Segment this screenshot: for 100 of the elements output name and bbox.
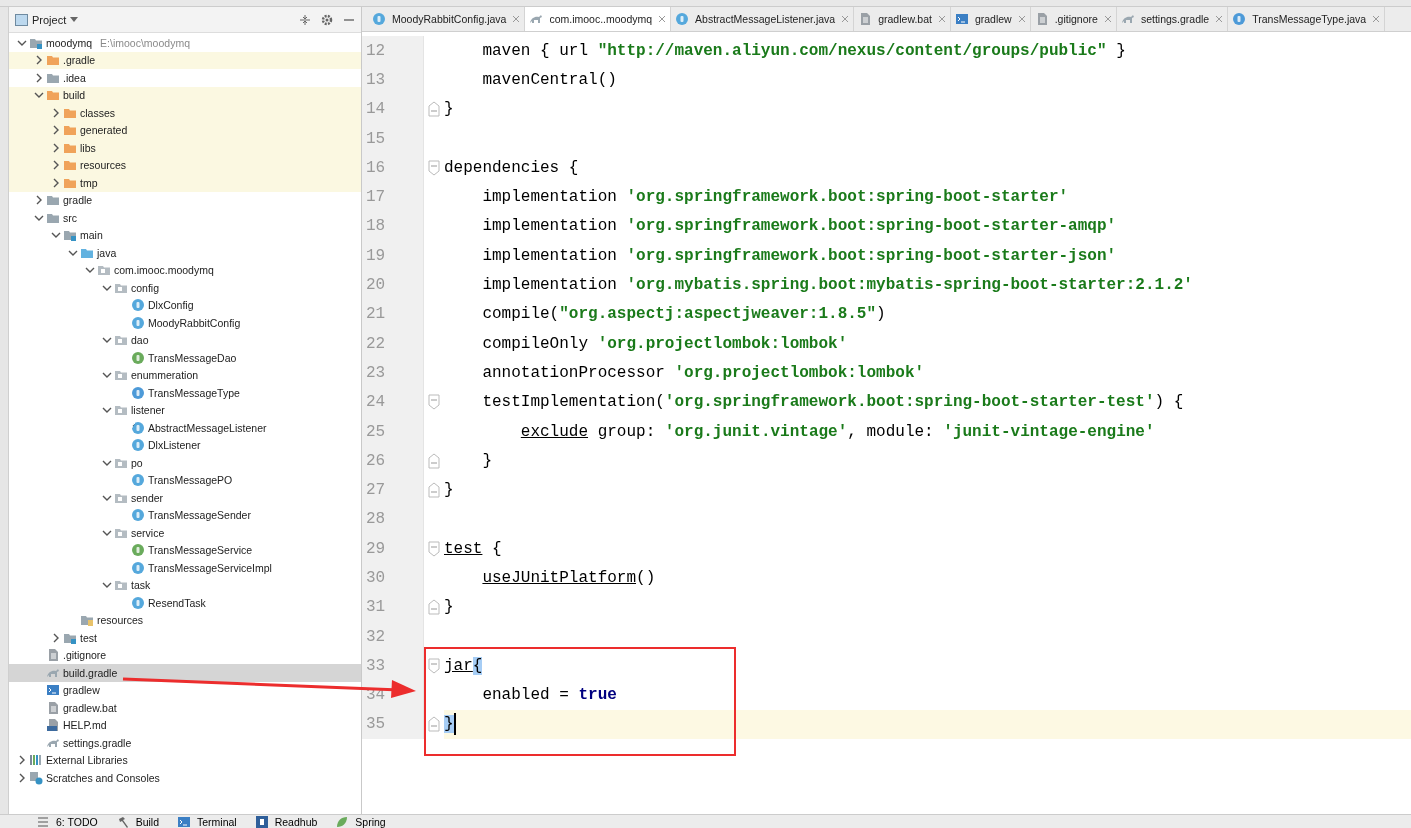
tree-label: AbstractMessageListener [148,421,267,434]
tree-label: main [80,229,103,242]
line-number: 31 [362,592,424,622]
tree-row[interactable]: enummeration [9,366,361,384]
project-dropdown[interactable]: Project [32,13,67,26]
tree-label: .idea [63,71,86,84]
close-icon[interactable] [658,15,667,23]
tool-window-button[interactable]: Build [115,815,159,828]
editor-tab[interactable]: gradlew.bat [854,7,951,31]
tree-row[interactable]: test [9,629,361,647]
tree-row[interactable]: TransMessageServiceImpl [9,559,361,577]
package-icon [114,333,128,348]
tree-row[interactable]: HELP.md [9,716,361,734]
tree-row[interactable]: task [9,576,361,594]
code-line: useJUnitPlatform() [481,569,656,587]
tree-label: gradle [63,194,93,207]
tool-window-button[interactable]: Terminal [177,815,237,828]
tree-row[interactable]: .idea [9,69,361,87]
tool-window-button[interactable]: Spring [335,815,386,828]
tree-label: listener [131,404,165,417]
tree-row[interactable]: com.imooc.moodymq [9,261,361,279]
collapse-icon[interactable] [299,13,311,26]
line-number: 25 [362,416,424,447]
editor-tab[interactable]: settings.gradle [1116,7,1229,31]
tree-label: src [63,211,77,224]
tree-row[interactable]: MoodyRabbitConfig [9,314,361,332]
editor-tab[interactable]: gradlew [950,7,1031,31]
tree-row[interactable]: libs [9,139,361,157]
code-line: annotationProcessor 'org.projectlombok:lombok' [481,363,925,382]
tree-row[interactable]: sender [9,489,361,507]
class-icon [131,420,145,435]
class-icon [131,438,145,453]
tree-row[interactable]: Scratches and Consoles [9,769,361,787]
folder-icon [63,158,77,173]
tree-row[interactable]: gradlew [9,681,361,699]
enum-icon [1232,12,1247,26]
code-line: compile("org.aspectj:aspectjweaver:1.8.5") [481,305,886,324]
tree-label: service [131,526,165,539]
code-line: test { [444,539,502,558]
file-icon [858,12,873,26]
tree-row[interactable]: src [9,209,361,227]
package-icon [114,578,128,593]
editor-tab[interactable]: AbstractMessageListener.java [671,7,855,31]
line-number: 24 [362,387,424,417]
tree-row[interactable]: TransMessagePO [9,471,361,489]
line-number: 23 [362,358,424,388]
tool-window-button[interactable]: Readhub [254,815,318,828]
tree-row[interactable]: java [9,244,361,262]
tree-row[interactable]: build [9,86,361,104]
tree-row[interactable]: AbstractMessageListener [9,419,361,437]
tree-row[interactable]: listener [9,401,361,419]
package-icon [97,263,111,278]
class-icon [131,473,145,488]
editor-tab[interactable]: com.imooc..moodymq [525,7,672,31]
tree-row[interactable]: TransMessageDao [9,349,361,367]
tree-row[interactable]: .gitignore [9,646,361,664]
tree-row[interactable]: ResendTask [9,594,361,612]
tree-row[interactable]: DlxConfig [9,296,361,314]
terminal-icon [954,12,969,26]
file-icon [46,700,60,715]
tree-label: TransMessageType [148,386,240,399]
settings-icon[interactable] [321,13,333,26]
tree-row[interactable]: gradlew.bat [9,699,361,717]
line-number: 28 [362,504,424,535]
tree-row[interactable]: config [9,279,361,297]
folder-icon [46,53,60,68]
line-number: 15 [362,123,424,154]
tree-label: test [80,631,97,644]
tree-row[interactable]: .gradle [9,51,361,69]
tree-row[interactable]: moodymq E:\imooc\moodymq [9,34,361,52]
tree-row[interactable]: settings.gradle [9,734,361,752]
line-number: 16 [362,153,424,183]
tree-row[interactable]: External Libraries [9,751,361,769]
tree-row[interactable]: resources [9,611,361,629]
tree-label: DlxConfig [148,299,194,312]
tree-row[interactable]: po [9,454,361,472]
tree-label: config [131,281,160,294]
tree-row[interactable]: TransMessageService [9,541,361,559]
editor-tab[interactable]: .gitignore [1030,7,1117,31]
tree-label: generated [80,124,128,137]
tree-row[interactable]: DlxListener [9,436,361,454]
tree-row[interactable]: classes [9,104,361,122]
scratches-icon [29,770,43,785]
tree-row[interactable]: main [9,226,361,244]
tree-row[interactable]: tmp [9,174,361,192]
tree-label: tmp [80,176,98,189]
tree-row[interactable]: gradle [9,191,361,209]
tree-row[interactable]: build.gradle [9,664,361,682]
line-number: 20 [362,270,424,300]
tree-label: TransMessageService [148,544,253,557]
terminal-icon [46,683,60,698]
tree-row[interactable]: service [9,524,361,542]
tool-window-button[interactable]: 6: TODO [36,815,98,828]
editor-tab[interactable]: TransMessageType.java [1228,7,1386,31]
tree-row[interactable]: dao [9,331,361,349]
class-icon [675,12,690,26]
tree-row[interactable]: TransMessageType [9,384,361,402]
tree-row[interactable]: TransMessageSender [9,506,361,524]
caret-icon[interactable] [70,16,79,23]
folder-icon [63,228,77,243]
